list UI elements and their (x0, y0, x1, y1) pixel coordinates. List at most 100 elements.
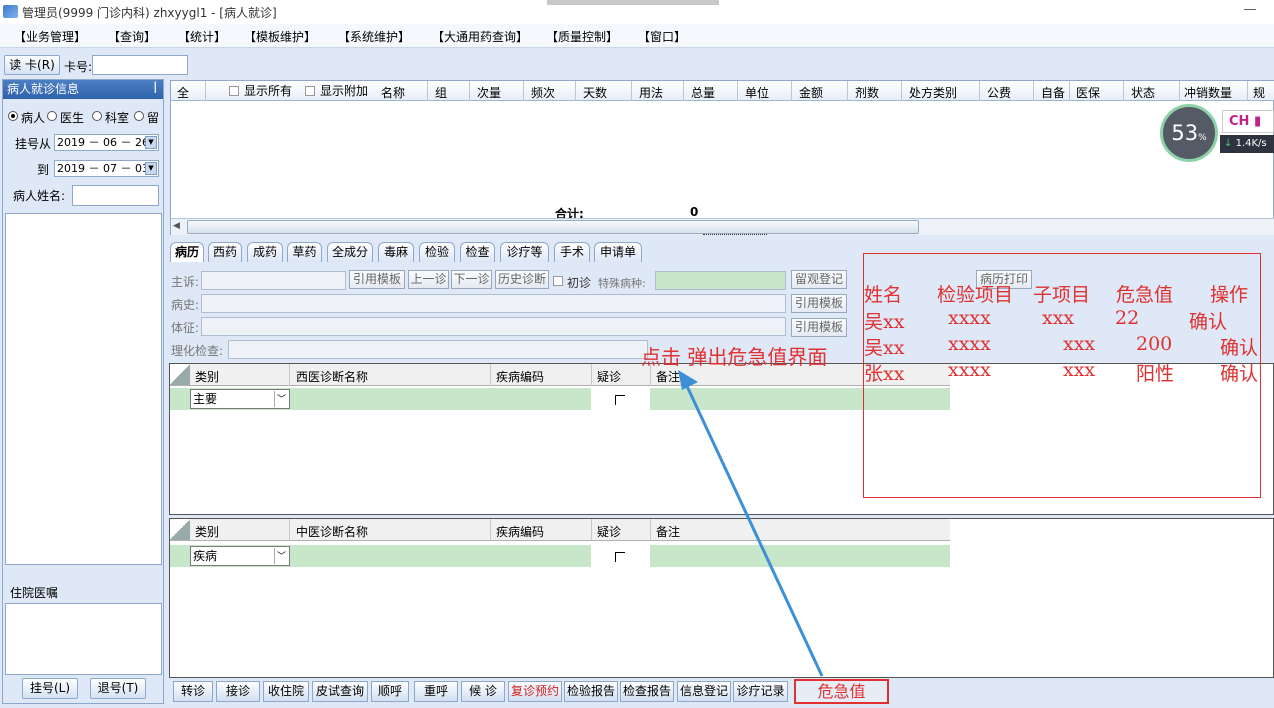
menu-quality[interactable]: 【质量控制】 (546, 28, 618, 45)
tab-record[interactable]: 病历 (170, 242, 204, 262)
complaint-field[interactable] (201, 271, 346, 290)
tab-ingredients[interactable]: 全成分 (327, 242, 373, 262)
prev-visit-button[interactable]: 上一诊 (408, 270, 449, 289)
special-disease-field[interactable] (655, 271, 786, 290)
chevron-down-icon[interactable]: ﹀ (274, 391, 288, 407)
menu-query[interactable]: 【查询】 (108, 28, 156, 45)
menu-window[interactable]: 【窗口】 (638, 28, 686, 45)
suspected-checkbox[interactable] (615, 395, 625, 405)
scrollbar-thumb[interactable] (187, 220, 919, 234)
category-value: 主要 (193, 392, 218, 406)
tab-patent[interactable]: 成药 (247, 242, 283, 262)
col-insurance: 医保 (1076, 86, 1101, 100)
next-visit-button[interactable]: 下一诊 (451, 270, 492, 289)
menu-stats[interactable]: 【统计】 (178, 28, 226, 45)
horizontal-scrollbar[interactable]: ◀ (171, 218, 1274, 235)
exam-report-button[interactable]: 检查报告 (620, 681, 674, 702)
category-select[interactable]: 主要 ﹀ (190, 389, 290, 409)
system-monitor-widget: 53% CH ▮ ↓ 1.4K/s (1160, 104, 1274, 162)
chevron-down-icon[interactable]: ▼ (145, 136, 157, 149)
recall-button[interactable]: 重呼 (414, 681, 458, 702)
chevron-down-icon[interactable]: ▼ (145, 162, 157, 175)
tab-request[interactable]: 申请单 (594, 242, 642, 262)
radio-dept[interactable] (92, 111, 102, 121)
inpatient-orders-list[interactable] (5, 603, 162, 675)
select-all-corner[interactable] (170, 364, 190, 385)
tab-herbal[interactable]: 草药 (287, 242, 322, 262)
col-all[interactable]: 全 (177, 84, 189, 101)
tab-treatment[interactable]: 诊疗等 (500, 242, 549, 262)
from-date-picker[interactable]: 2019 － 06 － 26 ▼ (54, 134, 159, 151)
radio-patient[interactable] (8, 111, 18, 121)
read-card-button[interactable]: 读 卡(R) (4, 55, 60, 75)
tab-western[interactable]: 西药 (208, 242, 242, 262)
unregister-button[interactable]: 退号(T) (90, 678, 146, 699)
menu-business[interactable]: 【业务管理】 (14, 28, 86, 45)
skin-test-button[interactable]: 皮试查询 (312, 681, 368, 702)
total-value: 0 (690, 205, 699, 219)
patient-info-title: 病人就诊信息 (7, 82, 80, 96)
lab-field[interactable] (228, 340, 648, 359)
ime-indicator[interactable]: CH ▮ (1222, 110, 1274, 133)
history-diag-button[interactable]: 历史诊断 (495, 270, 549, 289)
patient-name-input[interactable] (72, 185, 159, 206)
minimize-button[interactable]: — (1240, 2, 1260, 20)
card-number-input[interactable] (92, 55, 188, 75)
table-row[interactable]: 主要 ﹀ (170, 388, 950, 410)
tab-lab[interactable]: 检验 (419, 242, 455, 262)
radio-doctor[interactable] (47, 111, 57, 121)
accept-button[interactable]: 接诊 (216, 681, 260, 702)
show-all-checkbox[interactable] (229, 86, 239, 96)
crit-row3-confirm[interactable]: 确认 (1220, 359, 1258, 386)
signs-label: 体征: (171, 321, 200, 335)
menu-drug-query[interactable]: 【大通用药查询】 (432, 28, 528, 45)
critical-value-button[interactable]: 危急值 (794, 679, 889, 704)
waiting-button[interactable]: 候 诊 (461, 681, 505, 702)
window-title: 管理员(9999 门诊内科) zhxyygl1 - [病人就诊] (22, 6, 277, 20)
pin-icon[interactable]: ꟾ (153, 80, 157, 98)
cite-template-button-3[interactable]: 引用模板 (791, 318, 847, 337)
table-row[interactable]: 疾病 ﹀ (170, 545, 950, 567)
crit-row2-confirm[interactable]: 确认 (1220, 333, 1258, 360)
select-all-corner[interactable] (170, 519, 190, 540)
revisit-appointment-button[interactable]: 复诊预约 (508, 681, 562, 702)
cpu-gauge[interactable]: 53% (1160, 104, 1218, 162)
show-extra-checkbox[interactable] (305, 86, 315, 96)
tab-narcotic[interactable]: 毒麻 (378, 242, 414, 262)
patient-info-header: 病人就诊信息 ꟾ (3, 80, 163, 99)
lab-report-button[interactable]: 检验报告 (564, 681, 618, 702)
suspected-cell[interactable] (591, 388, 650, 410)
observe-register-button[interactable]: 留观登记 (791, 270, 847, 289)
signs-field[interactable] (201, 317, 786, 336)
lab-label: 理化检查: (171, 344, 224, 358)
admit-button[interactable]: 收住院 (263, 681, 309, 702)
crit-row1-confirm[interactable]: 确认 (1189, 307, 1227, 334)
category-select[interactable]: 疾病 ﹀ (190, 546, 290, 566)
crit-row1-test: xxxx (948, 307, 991, 329)
register-button[interactable]: 挂号(L) (22, 678, 78, 699)
col-status: 状态 (1131, 86, 1156, 100)
to-date-picker[interactable]: 2019 － 07 － 03 ▼ (54, 160, 159, 177)
first-visit-checkbox[interactable] (553, 276, 563, 286)
info-register-button[interactable]: 信息登记 (677, 681, 731, 702)
cite-template-button[interactable]: 引用模板 (349, 270, 405, 289)
tab-exam[interactable]: 检查 (460, 242, 495, 262)
ime-label: CH (1229, 114, 1250, 129)
col-public: 公费 (987, 86, 1012, 100)
tab-surgery[interactable]: 手术 (554, 242, 590, 262)
scroll-left-icon[interactable]: ◀ (173, 221, 185, 233)
chevron-down-icon[interactable]: ﹀ (274, 548, 288, 564)
cite-template-button-2[interactable]: 引用模板 (791, 294, 847, 313)
menu-system[interactable]: 【系统维护】 (338, 28, 410, 45)
radio-stay[interactable] (134, 111, 144, 121)
history-field[interactable] (201, 294, 786, 313)
suspected-checkbox[interactable] (615, 552, 625, 562)
crit-row3-test: xxxx (948, 359, 991, 381)
menu-template[interactable]: 【模板维护】 (244, 28, 316, 45)
treatment-record-button[interactable]: 诊疗记录 (733, 681, 788, 702)
radio-doctor-label: 医生 (60, 111, 85, 125)
suspected-cell[interactable] (591, 545, 650, 567)
transfer-button[interactable]: 转诊 (173, 681, 213, 702)
call-next-button[interactable]: 顺呼 (371, 681, 409, 702)
patient-list[interactable] (5, 213, 162, 565)
